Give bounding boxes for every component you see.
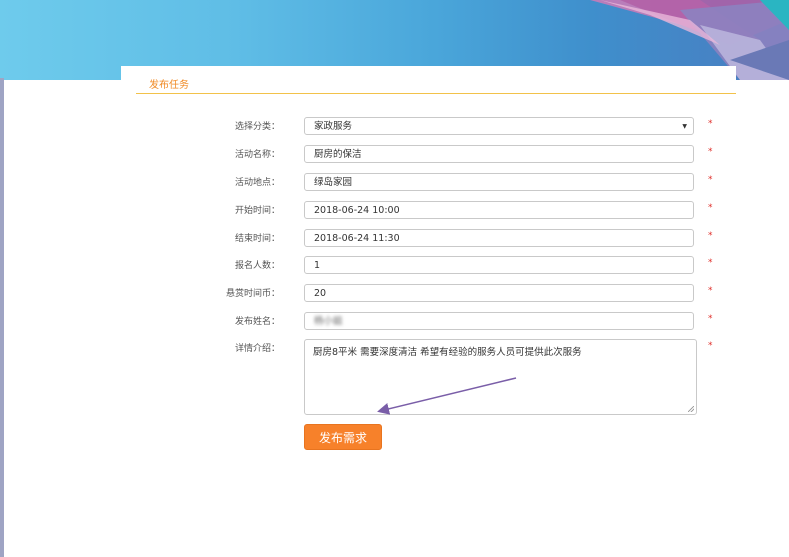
arrow-annotation [377, 377, 517, 415]
